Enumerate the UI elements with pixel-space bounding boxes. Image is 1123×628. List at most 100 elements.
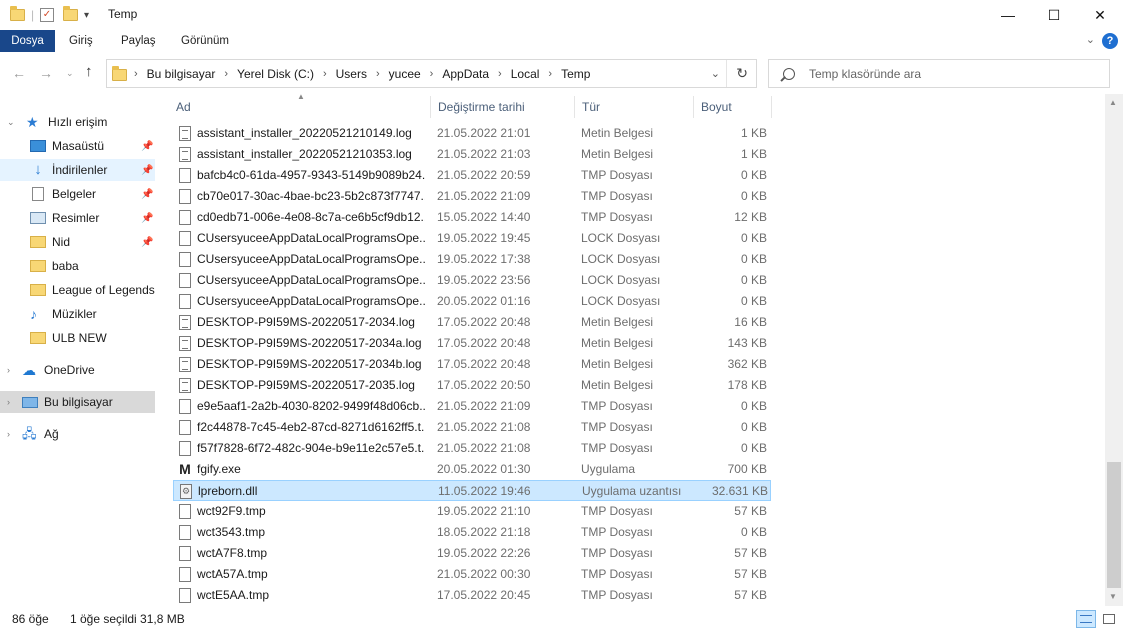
file-row[interactable]: CUsersyuceeAppDataLocalProgramsOpe... 19.… [173, 270, 771, 291]
sidebar-item-league-of-legends[interactable]: League of Legends [0, 279, 155, 301]
column-divider[interactable] [771, 96, 772, 118]
breadcrumb-local[interactable]: Local [511, 67, 540, 81]
close-button[interactable]: ✕ [1077, 0, 1123, 30]
pin-icon[interactable]: 📌 [141, 165, 153, 176]
sidebar-item-nid[interactable]: Nid 📌 [0, 231, 155, 253]
sidebar-item-documents[interactable]: Belgeler 📌 [0, 183, 155, 205]
chevron-right-icon[interactable]: › [7, 365, 10, 375]
maximize-button[interactable]: ☐ [1031, 0, 1077, 30]
properties-icon[interactable]: ✓ [40, 6, 54, 24]
file-row[interactable]: CUsersyuceeAppDataLocalProgramsOpe... 19.… [173, 249, 771, 270]
chevron-right-icon[interactable]: › [548, 68, 552, 80]
file-row[interactable]: CUsersyuceeAppDataLocalProgramsOpe... 19.… [173, 228, 771, 249]
file-row[interactable]: f57f7828-6f72-482c-904e-b9e11e2c57e5.t..… [173, 438, 771, 459]
chevron-right-icon[interactable]: › [430, 68, 434, 80]
scroll-down-icon[interactable]: ▼ [1109, 592, 1117, 601]
address-dropdown-icon[interactable]: ⌄ [711, 67, 720, 80]
large-icons-view-button[interactable] [1099, 610, 1119, 628]
help-icon[interactable]: ? [1102, 33, 1118, 49]
column-size[interactable]: Boyut [695, 94, 771, 120]
chevron-down-icon[interactable]: ⌄ [7, 117, 15, 128]
sidebar-item-music[interactable]: ♪ Müzikler [0, 303, 155, 325]
file-date: 17.05.2022 20:45 [437, 588, 531, 602]
chevron-right-icon[interactable]: › [498, 68, 502, 80]
tab-home[interactable]: Giriş [69, 30, 93, 52]
file-row[interactable]: cb70e017-30ac-4bae-bc23-5b2c873f7747....… [173, 186, 771, 207]
file-row[interactable]: DESKTOP-P9I59MS-20220517-2034b.log 17.05.… [173, 354, 771, 375]
breadcrumb-local-disk[interactable]: Yerel Disk (C:) [237, 67, 314, 81]
chevron-right-icon[interactable]: › [323, 68, 327, 80]
quick-access-dropdown-icon[interactable]: ▾ [84, 6, 89, 24]
file-row[interactable]: e9e5aaf1-2a2b-4030-8202-9499f48d06cb....… [173, 396, 771, 417]
vertical-scrollbar[interactable]: ▲ ▼ [1105, 94, 1123, 606]
minimize-button[interactable]: — [985, 0, 1031, 30]
breadcrumb-temp[interactable]: Temp [561, 67, 590, 81]
breadcrumb-users[interactable]: Users [336, 67, 367, 81]
column-divider[interactable] [430, 96, 431, 118]
forward-arrow-icon[interactable]: → [39, 65, 53, 81]
details-view-button[interactable] [1076, 610, 1096, 628]
chevron-right-icon[interactable]: › [376, 68, 380, 80]
file-row[interactable]: wct92F9.tmp 19.05.2022 21:10 TMP Dosyası 57… [173, 501, 771, 522]
sidebar-item-baba[interactable]: baba [0, 255, 155, 277]
sidebar-item-label: ULB NEW [52, 331, 107, 345]
file-row[interactable]: wctE5AA.tmp 17.05.2022 20:45 TMP Dosyası 57… [173, 585, 771, 606]
sidebar-item-pictures[interactable]: Resimler 📌 [0, 207, 155, 229]
file-row[interactable]: wct3543.tmp 18.05.2022 21:18 TMP Dosyası 0 … [173, 522, 771, 543]
file-row[interactable]: wctA57A.tmp 21.05.2022 00:30 TMP Dosyası 57… [173, 564, 771, 585]
column-divider[interactable] [574, 96, 575, 118]
file-row[interactable]: assistant_installer_20220521210353.log 21… [173, 144, 771, 165]
pin-icon[interactable]: 📌 [141, 213, 153, 224]
sidebar-item-this-pc[interactable]: › Bu bilgisayar [0, 391, 155, 413]
file-row[interactable]: wctA7F8.tmp 19.05.2022 22:26 TMP Dosyası 57… [173, 543, 771, 564]
file-row[interactable]: f2c44878-7c45-4eb2-87cd-8271d6162ff5.t..… [173, 417, 771, 438]
breadcrumb-this-pc[interactable]: Bu bilgisayar [147, 67, 216, 81]
breadcrumb-appdata[interactable]: AppData [442, 67, 489, 81]
breadcrumb-yucee[interactable]: yucee [389, 67, 421, 81]
tab-file[interactable]: Dosya [0, 30, 55, 52]
chevron-right-icon[interactable]: › [134, 68, 138, 80]
file-row[interactable]: lpreborn.dll 11.05.2022 19:46 Uygulama uza… [173, 480, 771, 501]
back-arrow-icon[interactable]: ← [12, 65, 26, 81]
file-row[interactable]: assistant_installer_20220521210149.log 21… [173, 123, 771, 144]
ribbon-expand-icon[interactable]: ⌄ [1086, 33, 1095, 46]
scroll-up-icon[interactable]: ▲ [1109, 98, 1117, 107]
sidebar-item-onedrive[interactable]: › ☁ OneDrive [0, 359, 155, 381]
sidebar-item-quick-access[interactable]: ⌄ ★ Hızlı erişim [0, 111, 155, 133]
tab-share[interactable]: Paylaş [121, 30, 156, 52]
file-size: 0 KB [740, 231, 767, 245]
pin-icon[interactable]: 📌 [141, 141, 153, 152]
column-divider[interactable] [693, 96, 694, 118]
recent-locations-icon[interactable]: ⌄ [66, 68, 74, 79]
chevron-right-icon[interactable]: › [7, 397, 10, 407]
pin-icon[interactable]: 📌 [141, 237, 153, 248]
chevron-right-icon[interactable]: › [224, 68, 228, 80]
search-input[interactable] [809, 66, 1089, 81]
scrollbar-thumb[interactable] [1107, 462, 1121, 588]
sidebar-item-ulb-new[interactable]: ULB NEW [0, 327, 155, 349]
column-name[interactable]: Ad [170, 94, 430, 120]
file-row[interactable]: cd0edb71-006e-4e08-8c7a-ce6b5cf9db12....… [173, 207, 771, 228]
new-folder-icon[interactable] [63, 6, 78, 24]
sidebar-item-network[interactable]: › 🖧 Ağ [0, 423, 155, 445]
file-row[interactable]: DESKTOP-P9I59MS-20220517-2035.log 17.05.2… [173, 375, 771, 396]
file-row[interactable]: bafcb4c0-61da-4957-9343-5149b9089b24... 2… [173, 165, 771, 186]
search-box[interactable] [768, 59, 1110, 88]
pin-icon[interactable]: 📌 [141, 189, 153, 200]
file-row[interactable]: DESKTOP-P9I59MS-20220517-2034a.log 17.05.… [173, 333, 771, 354]
address-bar[interactable]: › Bu bilgisayar › Yerel Disk (C:) › User… [106, 59, 757, 88]
sidebar-item-label: Bu bilgisayar [44, 395, 113, 409]
file-row[interactable]: CUsersyuceeAppDataLocalProgramsOpe... 20.… [173, 291, 771, 312]
file-type: TMP Dosyası [581, 567, 653, 581]
sidebar-item-desktop[interactable]: Masaüstü 📌 [0, 135, 155, 157]
up-arrow-icon[interactable]: ↑ [85, 63, 93, 80]
column-type[interactable]: Tür [576, 94, 694, 120]
file-row[interactable]: DESKTOP-P9I59MS-20220517-2034.log 17.05.2… [173, 312, 771, 333]
folder-icon [30, 284, 46, 296]
tab-view[interactable]: Görünüm [181, 30, 229, 52]
chevron-right-icon[interactable]: › [7, 429, 10, 439]
column-date[interactable]: Değiştirme tarihi [432, 94, 572, 120]
refresh-icon[interactable]: ↻ [736, 65, 748, 82]
file-row[interactable]: Mfgify.exe 20.05.2022 01:30 Uygulama 700 KB [173, 459, 771, 480]
sidebar-item-downloads[interactable]: ↓ İndirilenler 📌 [0, 159, 155, 181]
